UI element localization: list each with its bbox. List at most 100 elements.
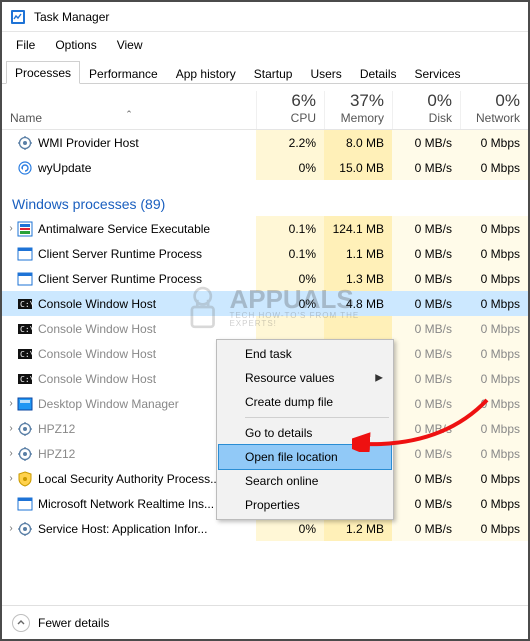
winproc-icon xyxy=(16,271,34,287)
cell-net: 0 Mbps xyxy=(460,241,528,266)
column-name[interactable]: ⌃ Name xyxy=(2,111,256,129)
shield-icon xyxy=(16,221,34,237)
winproc-row[interactable]: › Antimalware Service Executable0.1%124.1… xyxy=(2,216,528,241)
ctx-properties[interactable]: Properties xyxy=(219,493,391,517)
footer: Fewer details xyxy=(2,605,528,639)
context-menu: End taskResource values▶Create dump file… xyxy=(216,339,394,520)
cell-disk: 0 MB/s xyxy=(392,341,460,366)
cell-disk: 0 MB/s xyxy=(392,441,460,466)
window-title: Task Manager xyxy=(34,10,109,24)
cell-cpu: 0% xyxy=(256,155,324,180)
cell-mem: 8.0 MB xyxy=(324,130,392,155)
fewer-details-chevron-icon[interactable] xyxy=(12,614,30,632)
tab-processes[interactable]: Processes xyxy=(6,61,80,84)
column-cpu[interactable]: 6% CPU xyxy=(256,91,324,129)
menu-view[interactable]: View xyxy=(109,36,151,54)
cell-net: 0 Mbps xyxy=(460,316,528,341)
disk-lbl: Disk xyxy=(393,111,452,125)
ctx-separator xyxy=(245,417,389,418)
cell-net: 0 Mbps xyxy=(460,130,528,155)
process-name: wyUpdate xyxy=(38,161,256,175)
expand-chevron-icon[interactable]: › xyxy=(2,423,16,434)
cell-cpu: 0% xyxy=(256,291,324,316)
winproc-row[interactable]: C:\Console Window Host0%4.8 MB0 MB/s0 Mb… xyxy=(2,291,528,316)
net-lbl: Network xyxy=(461,111,520,125)
process-name: Console Window Host xyxy=(38,322,256,336)
console-icon: C:\ xyxy=(16,346,34,362)
column-memory[interactable]: 37% Memory xyxy=(324,91,392,129)
expand-chevron-icon[interactable]: › xyxy=(2,473,16,484)
cell-disk: 0 MB/s xyxy=(392,516,460,541)
cell-disk: 0 MB/s xyxy=(392,291,460,316)
task-manager-window: Task Manager File Options View Processes… xyxy=(0,0,530,641)
cell-net: 0 Mbps xyxy=(460,416,528,441)
cpu-lbl: CPU xyxy=(257,111,316,125)
cell-net: 0 Mbps xyxy=(460,266,528,291)
svg-text:C:\: C:\ xyxy=(20,300,33,309)
cell-net: 0 Mbps xyxy=(460,466,528,491)
column-disk[interactable]: 0% Disk xyxy=(392,91,460,129)
expand-chevron-icon[interactable]: › xyxy=(2,448,16,459)
group-windows-processes[interactable]: Windows processes (89) xyxy=(2,180,528,216)
svg-text:C:\: C:\ xyxy=(20,375,33,384)
cell-disk: 0 MB/s xyxy=(392,130,460,155)
gear-icon xyxy=(16,446,34,462)
expand-chevron-icon[interactable]: › xyxy=(2,523,16,534)
winproc-icon xyxy=(16,246,34,262)
ctx-end-task[interactable]: End task xyxy=(219,342,391,366)
cell-net: 0 Mbps xyxy=(460,391,528,416)
ctx-search-online[interactable]: Search online xyxy=(219,469,391,493)
process-name: Service Host: Application Infor... xyxy=(38,522,256,536)
fewer-details-label[interactable]: Fewer details xyxy=(38,616,109,630)
cell-cpu: 0% xyxy=(256,266,324,291)
disk-pct: 0% xyxy=(393,91,452,111)
menu-file[interactable]: File xyxy=(8,36,43,54)
tab-users[interactable]: Users xyxy=(301,62,350,84)
process-name: Client Server Runtime Process xyxy=(38,247,256,261)
expand-chevron-icon[interactable]: › xyxy=(2,223,16,234)
ctx-resource-values[interactable]: Resource values▶ xyxy=(219,366,391,390)
cell-mem xyxy=(324,316,392,341)
svg-text:C:\: C:\ xyxy=(20,325,33,334)
cell-disk: 0 MB/s xyxy=(392,466,460,491)
cell-disk: 0 MB/s xyxy=(392,155,460,180)
cell-disk: 0 MB/s xyxy=(392,366,460,391)
menubar: File Options View xyxy=(2,32,528,60)
cell-mem: 124.1 MB xyxy=(324,216,392,241)
expand-chevron-icon[interactable]: › xyxy=(2,398,16,409)
ctx-create-dump-file[interactable]: Create dump file xyxy=(219,390,391,414)
titlebar: Task Manager xyxy=(2,2,528,32)
winproc-icon xyxy=(16,496,34,512)
cell-net: 0 Mbps xyxy=(460,366,528,391)
winproc-row[interactable]: C:\Console Window Host0 MB/s0 Mbps xyxy=(2,316,528,341)
svg-text:C:\: C:\ xyxy=(20,350,33,359)
tab-app-history[interactable]: App history xyxy=(167,62,245,84)
winproc-row[interactable]: Client Server Runtime Process0%1.3 MB0 M… xyxy=(2,266,528,291)
task-manager-icon xyxy=(10,9,26,25)
cell-cpu: 0.1% xyxy=(256,216,324,241)
column-network[interactable]: 0% Network xyxy=(460,91,528,129)
cell-net: 0 Mbps xyxy=(460,516,528,541)
tab-services[interactable]: Services xyxy=(406,62,470,84)
cell-mem: 4.8 MB xyxy=(324,291,392,316)
menu-options[interactable]: Options xyxy=(47,36,104,54)
tab-performance[interactable]: Performance xyxy=(80,62,167,84)
tab-startup[interactable]: Startup xyxy=(245,62,302,84)
net-pct: 0% xyxy=(461,91,520,111)
submenu-chevron-icon: ▶ xyxy=(375,373,383,384)
gear-icon xyxy=(16,421,34,437)
process-row[interactable]: WMI Provider Host2.2%8.0 MB0 MB/s0 Mbps xyxy=(2,130,528,155)
console-icon: C:\ xyxy=(16,371,34,387)
cell-disk: 0 MB/s xyxy=(392,241,460,266)
cell-disk: 0 MB/s xyxy=(392,416,460,441)
group-label: Windows processes (89) xyxy=(12,196,528,212)
mem-pct: 37% xyxy=(325,91,384,111)
dwm-icon xyxy=(16,396,34,412)
ctx-open-file-location[interactable]: Open file location xyxy=(219,445,391,469)
process-name: Antimalware Service Executable xyxy=(38,222,256,236)
process-row[interactable]: wyUpdate0%15.0 MB0 MB/s0 Mbps xyxy=(2,155,528,180)
ctx-go-to-details[interactable]: Go to details xyxy=(219,421,391,445)
cell-disk: 0 MB/s xyxy=(392,216,460,241)
tab-details[interactable]: Details xyxy=(351,62,406,84)
winproc-row[interactable]: Client Server Runtime Process0.1%1.1 MB0… xyxy=(2,241,528,266)
